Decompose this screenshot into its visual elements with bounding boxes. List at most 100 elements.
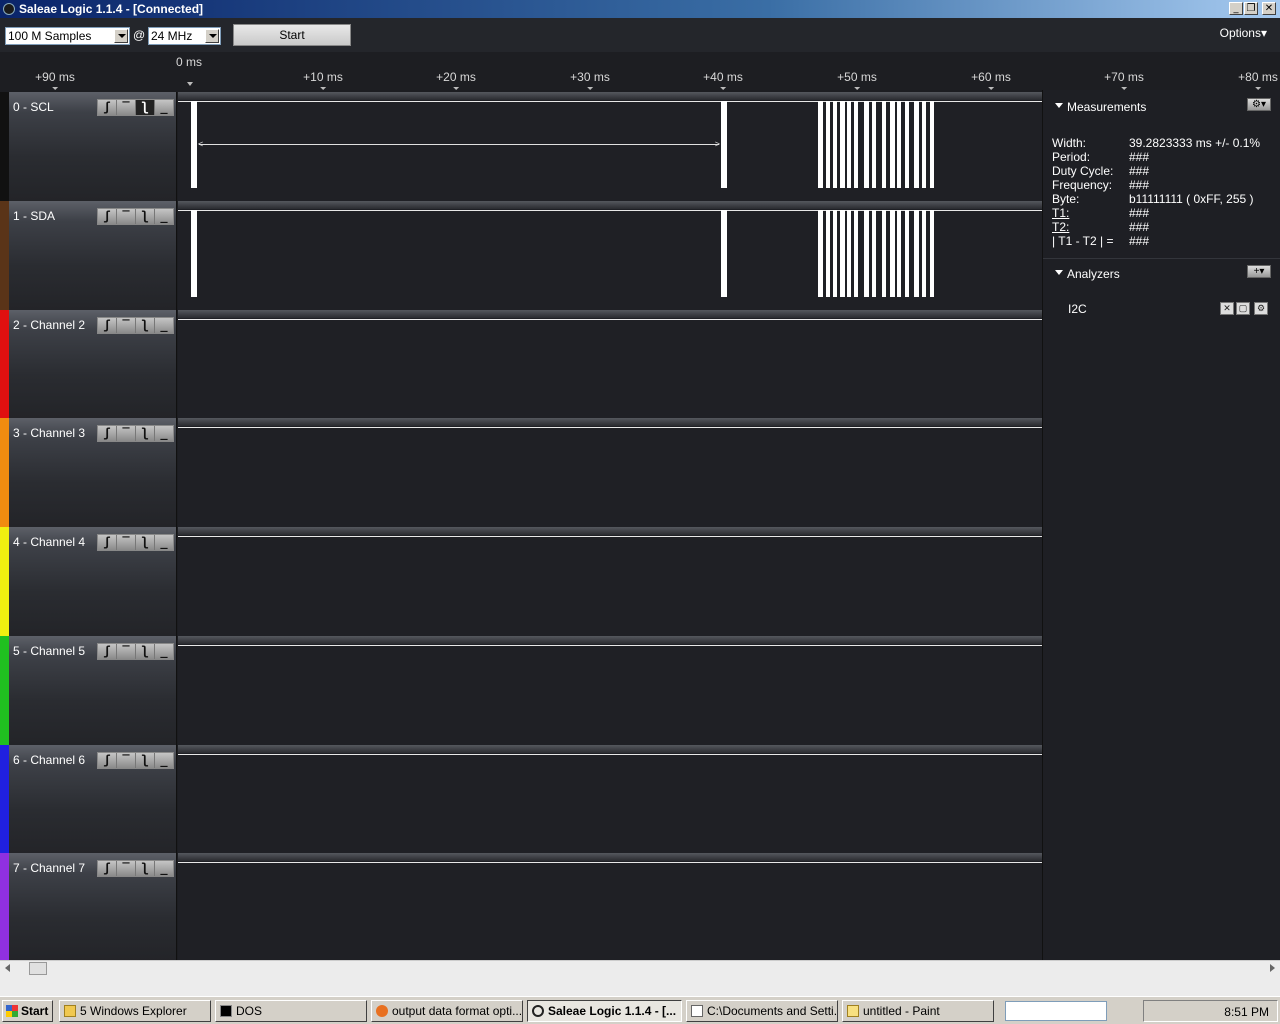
channel-label-panel[interactable]: 1 - SDA ʃ ‾ ʅ _: [0, 201, 177, 310]
task-documents[interactable]: C:\Documents and Setti...: [686, 1000, 838, 1022]
trigger-rising-button[interactable]: ʃ: [98, 100, 117, 115]
channel-label-panel[interactable]: 4 - Channel 4 ʃ ‾ ʅ _: [0, 527, 177, 636]
task-firefox[interactable]: output data format opti...: [371, 1000, 523, 1022]
waveform-area[interactable]: [178, 527, 1042, 636]
samples-select[interactable]: 100 M Samples: [5, 27, 130, 45]
dropdown-arrow-icon[interactable]: [205, 29, 219, 43]
task-paint[interactable]: untitled - Paint: [842, 1000, 994, 1022]
trigger-falling-button[interactable]: ʅ: [136, 535, 155, 550]
horizontal-scrollbar[interactable]: [0, 960, 1280, 976]
add-analyzer-button[interactable]: +▾: [1247, 265, 1271, 278]
restore-button[interactable]: ❐: [1244, 2, 1258, 15]
trigger-low-button[interactable]: _: [155, 644, 173, 659]
time-ruler[interactable]: 0 ms +90 ms +10 ms +20 ms +30 ms +40 ms …: [0, 52, 1280, 90]
waveform-area[interactable]: < >: [178, 92, 1042, 201]
analyzer-item-i2c[interactable]: I2C: [1068, 302, 1087, 316]
channel-label-panel[interactable]: 6 - Channel 6 ʃ ‾ ʅ _: [0, 745, 177, 854]
waveform-area[interactable]: [178, 201, 1042, 310]
waveform-high-line: [178, 754, 1042, 755]
measurement-value: b11111111 ( 0xFF, 255 ): [1129, 192, 1254, 206]
trigger-rising-button[interactable]: ʃ: [98, 753, 117, 768]
trigger-falling-button[interactable]: ʅ: [136, 209, 155, 224]
trigger-rising-button[interactable]: ʃ: [98, 535, 117, 550]
trigger-low-button[interactable]: _: [155, 100, 173, 115]
waveform-area[interactable]: [178, 745, 1042, 854]
pulse: [930, 101, 934, 188]
trigger-high-button[interactable]: ‾: [117, 318, 136, 333]
trigger-low-button[interactable]: _: [155, 209, 173, 224]
channel-label-panel[interactable]: 2 - Channel 2 ʃ ‾ ʅ _: [0, 310, 177, 419]
channel-color-strip: [0, 418, 9, 527]
pulse: [854, 101, 858, 188]
google-search-box[interactable]: [1005, 1001, 1107, 1021]
waveform-area[interactable]: [178, 636, 1042, 745]
task-label: DOS: [236, 1004, 263, 1018]
scroll-thumb[interactable]: [29, 962, 47, 975]
task-dos[interactable]: DOS: [215, 1000, 367, 1022]
scroll-left-icon[interactable]: [5, 964, 10, 972]
trigger-high-button[interactable]: ‾: [117, 100, 136, 115]
channel-label-panel[interactable]: 5 - Channel 5 ʃ ‾ ʅ _: [0, 636, 177, 745]
trigger-rising-button[interactable]: ʃ: [98, 318, 117, 333]
measurements-settings-button[interactable]: ⚙▾: [1247, 98, 1271, 111]
trigger-falling-button[interactable]: ʅ: [136, 100, 155, 115]
collapse-triangle-icon[interactable]: [1055, 270, 1063, 275]
waveform-high-line: [178, 427, 1042, 428]
options-menu[interactable]: Options▾: [1220, 26, 1267, 40]
trigger-low-button[interactable]: _: [155, 318, 173, 333]
trigger-low-button[interactable]: _: [155, 426, 173, 441]
channel-name: 0 - SCL: [13, 100, 54, 114]
trigger-rising-button[interactable]: ʃ: [98, 209, 117, 224]
trigger-rising-button[interactable]: ʃ: [98, 861, 117, 876]
minimize-button[interactable]: _: [1229, 2, 1243, 15]
rate-select[interactable]: 24 MHz: [148, 27, 221, 45]
trigger-high-button[interactable]: ‾: [117, 209, 136, 224]
pulse: [818, 101, 823, 188]
trigger-falling-button[interactable]: ʅ: [136, 318, 155, 333]
trigger-low-button[interactable]: _: [155, 753, 173, 768]
trigger-high-button[interactable]: ‾: [117, 535, 136, 550]
scroll-right-icon[interactable]: [1270, 964, 1275, 972]
trigger-high-button[interactable]: ‾: [117, 426, 136, 441]
trigger-rising-button[interactable]: ʃ: [98, 644, 117, 659]
measurement-width-arrow[interactable]: < >: [198, 140, 720, 149]
measurement-key: Width:: [1052, 136, 1087, 150]
analyzers-header[interactable]: Analyzers +▾: [1043, 263, 1280, 285]
measurements-header[interactable]: Measurements ⚙▾: [1043, 96, 1280, 118]
trigger-high-button[interactable]: ‾: [117, 753, 136, 768]
pulse: [826, 101, 830, 188]
trigger-low-button[interactable]: _: [155, 861, 173, 876]
close-button[interactable]: ✕: [1262, 2, 1276, 15]
pulse: [191, 101, 197, 188]
collapse-triangle-icon[interactable]: [1055, 103, 1063, 108]
trigger-falling-button[interactable]: ʅ: [136, 753, 155, 768]
trigger-falling-button[interactable]: ʅ: [136, 426, 155, 441]
channel-label-panel[interactable]: 7 - Channel 7 ʃ ‾ ʅ _: [0, 853, 177, 962]
waveform-area[interactable]: [178, 853, 1042, 962]
trigger-falling-button[interactable]: ʅ: [136, 644, 155, 659]
task-saleae-logic[interactable]: Saleae Logic 1.1.4 - [...: [527, 1000, 682, 1022]
waveform-area[interactable]: [178, 418, 1042, 527]
remove-analyzer-icon[interactable]: ✕: [1220, 302, 1234, 315]
channel-label-panel[interactable]: 3 - Channel 3 ʃ ‾ ʅ _: [0, 418, 177, 527]
analyzer-settings-icon[interactable]: ⚙: [1254, 302, 1268, 315]
start-button[interactable]: Start: [2, 1000, 53, 1022]
waveform-header-band: [178, 527, 1042, 535]
pulse: [826, 210, 830, 297]
channel-label-panel[interactable]: 0 - SCL ʃ ‾ ʅ _: [0, 92, 177, 201]
trigger-buttons: ʃ ‾ ʅ _: [97, 534, 174, 551]
waveform-area[interactable]: [178, 310, 1042, 419]
trigger-high-button[interactable]: ‾: [117, 644, 136, 659]
dropdown-arrow-icon[interactable]: [114, 29, 128, 43]
tick-label: +50 ms: [837, 70, 877, 90]
start-button[interactable]: Start: [233, 24, 351, 46]
task-windows-explorer[interactable]: 5 Windows Explorer: [59, 1000, 211, 1022]
trigger-falling-button[interactable]: ʅ: [136, 861, 155, 876]
trigger-rising-button[interactable]: ʃ: [98, 426, 117, 441]
waveform-high-line: [178, 101, 1042, 102]
waveform-high-line: [178, 862, 1042, 863]
trigger-low-button[interactable]: _: [155, 535, 173, 550]
export-analyzer-icon[interactable]: ▢: [1236, 302, 1250, 315]
rate-value: 24 MHz: [151, 29, 193, 43]
trigger-high-button[interactable]: ‾: [117, 861, 136, 876]
